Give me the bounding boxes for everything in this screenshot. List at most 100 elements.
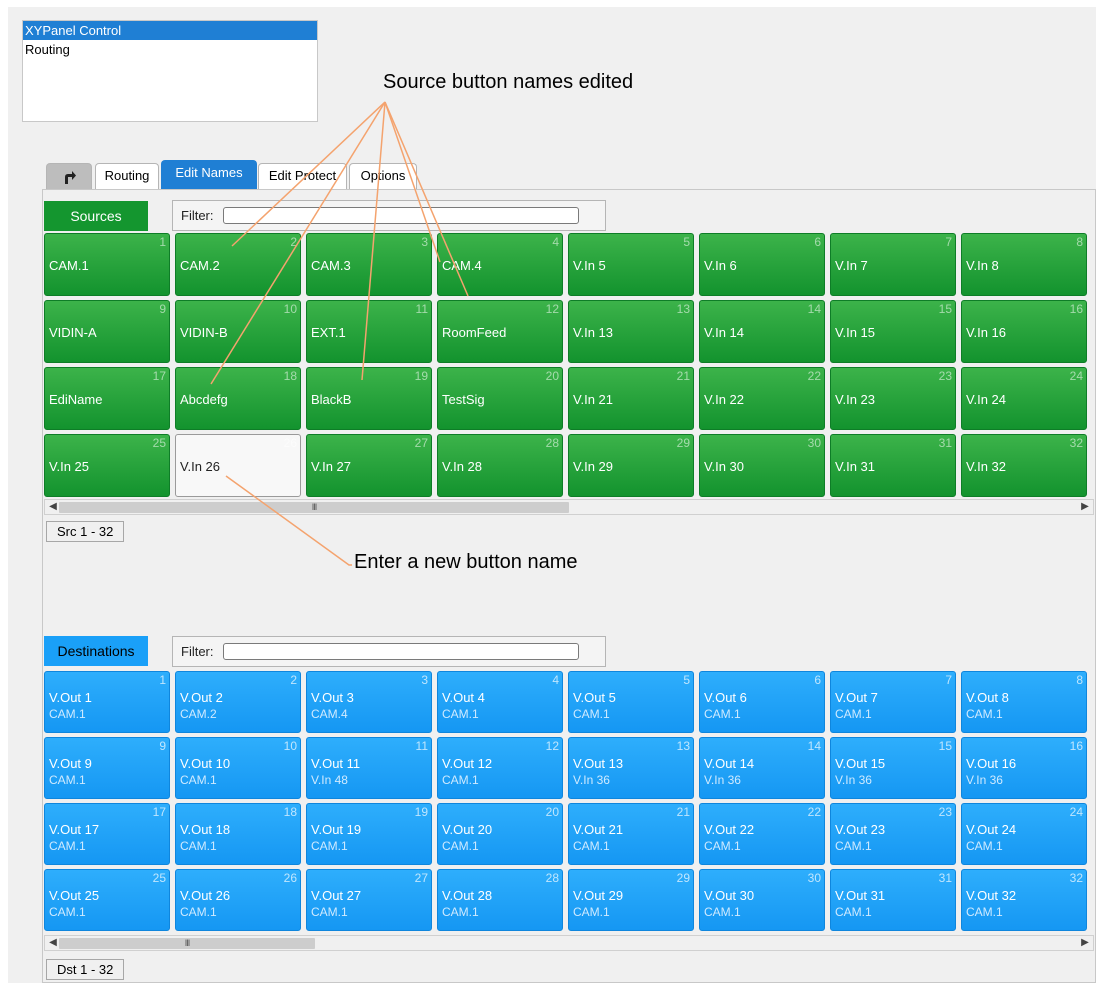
source-button[interactable]: 18 Abcdefg (175, 367, 301, 430)
destination-button[interactable]: 8 V.Out 8 CAM.1 (961, 671, 1087, 733)
button-name: V.Out 21 (573, 822, 624, 837)
source-button[interactable]: 20 TestSig (437, 367, 563, 430)
tab-routing[interactable]: Routing (95, 163, 159, 189)
source-button[interactable]: 28 V.In 28 (437, 434, 563, 497)
source-button[interactable]: 25 V.In 25 (44, 434, 170, 497)
destination-button[interactable]: 24 V.Out 24 CAM.1 (961, 803, 1087, 865)
source-button[interactable]: 14 V.In 14 (699, 300, 825, 363)
sources-label[interactable]: Sources (44, 201, 148, 231)
destination-button[interactable]: 29 V.Out 29 CAM.1 (568, 869, 694, 931)
destination-button[interactable]: 16 V.Out 16 V.In 36 (961, 737, 1087, 799)
destination-button[interactable]: 20 V.Out 20 CAM.1 (437, 803, 563, 865)
tab-edit-protect[interactable]: Edit Protect (258, 163, 347, 189)
source-button[interactable]: 13 V.In 13 (568, 300, 694, 363)
routed-source-label: CAM.1 (49, 839, 86, 853)
destination-button[interactable]: 26 V.Out 26 CAM.1 (175, 869, 301, 931)
source-button[interactable]: 27 V.In 27 (306, 434, 432, 497)
source-button[interactable]: 11 EXT.1 (306, 300, 432, 363)
destination-button[interactable]: 2 V.Out 2 CAM.2 (175, 671, 301, 733)
sources-scrollbar[interactable]: ◀ III ▶ (44, 499, 1094, 515)
destination-button[interactable]: 14 V.Out 14 V.In 36 (699, 737, 825, 799)
destinations-page-label[interactable]: Dst 1 - 32 (46, 959, 125, 980)
routed-source-label: CAM.1 (573, 905, 610, 919)
scroll-left-arrow-icon[interactable]: ◀ (47, 501, 59, 512)
destination-button[interactable]: 4 V.Out 4 CAM.1 (437, 671, 563, 733)
source-button[interactable]: 1 CAM.1 (44, 233, 170, 296)
source-button[interactable]: 7 V.In 7 (830, 233, 956, 296)
destination-button[interactable]: 31 V.Out 31 CAM.1 (830, 869, 956, 931)
tree-item-routing[interactable]: Routing (23, 40, 317, 59)
button-name[interactable]: V.In 26 (180, 459, 220, 474)
source-button[interactable]: 12 RoomFeed (437, 300, 563, 363)
source-button[interactable]: 5 V.In 5 (568, 233, 694, 296)
destination-button[interactable]: 15 V.Out 15 V.In 36 (830, 737, 956, 799)
destinations-filter-input[interactable] (223, 643, 579, 660)
source-button[interactable]: 21 V.In 21 (568, 367, 694, 430)
destination-button[interactable]: 22 V.Out 22 CAM.1 (699, 803, 825, 865)
sources-page-label[interactable]: Src 1 - 32 (46, 521, 125, 542)
destination-button[interactable]: 13 V.Out 13 V.In 36 (568, 737, 694, 799)
tab-edit-names[interactable]: Edit Names (161, 160, 257, 190)
source-button-editing[interactable]: 26 V.In 26 (175, 434, 301, 497)
destination-button[interactable]: 17 V.Out 17 CAM.1 (44, 803, 170, 865)
source-button[interactable]: 32 V.In 32 (961, 434, 1087, 497)
destination-button[interactable]: 3 V.Out 3 CAM.4 (306, 671, 432, 733)
source-button[interactable]: 31 V.In 31 (830, 434, 956, 497)
tree-item-xypanel-control[interactable]: XYPanel Control (23, 21, 317, 40)
destinations-scrollbar[interactable]: ◀ III ▶ (44, 935, 1094, 951)
button-number: 6 (814, 673, 821, 687)
source-button[interactable]: 29 V.In 29 (568, 434, 694, 497)
source-button[interactable]: 10 VIDIN-B (175, 300, 301, 363)
scroll-right-arrow-icon[interactable]: ▶ (1079, 937, 1091, 948)
tab-options[interactable]: Options (349, 163, 417, 189)
button-name: V.Out 26 (180, 888, 231, 903)
button-name: EdiName (49, 392, 103, 407)
destination-button[interactable]: 30 V.Out 30 CAM.1 (699, 869, 825, 931)
destination-button[interactable]: 9 V.Out 9 CAM.1 (44, 737, 170, 799)
source-button[interactable]: 24 V.In 24 (961, 367, 1087, 430)
destination-button[interactable]: 23 V.Out 23 CAM.1 (830, 803, 956, 865)
destination-button[interactable]: 25 V.Out 25 CAM.1 (44, 869, 170, 931)
source-button[interactable]: 6 V.In 6 (699, 233, 825, 296)
destination-button[interactable]: 19 V.Out 19 CAM.1 (306, 803, 432, 865)
destination-button[interactable]: 6 V.Out 6 CAM.1 (699, 671, 825, 733)
button-number: 3 (421, 235, 428, 249)
source-button[interactable]: 30 V.In 30 (699, 434, 825, 497)
button-name: EXT.1 (311, 325, 346, 340)
destination-button[interactable]: 11 V.Out 11 V.In 48 (306, 737, 432, 799)
source-button[interactable]: 23 V.In 23 (830, 367, 956, 430)
button-name: V.In 14 (704, 325, 745, 340)
source-button[interactable]: 9 VIDIN-A (44, 300, 170, 363)
source-button[interactable]: 17 EdiName (44, 367, 170, 430)
source-button[interactable]: 15 V.In 15 (830, 300, 956, 363)
destination-button[interactable]: 32 V.Out 32 CAM.1 (961, 869, 1087, 931)
sources-filter-input[interactable] (223, 207, 579, 224)
destination-button[interactable]: 10 V.Out 10 CAM.1 (175, 737, 301, 799)
destination-button[interactable]: 28 V.Out 28 CAM.1 (437, 869, 563, 931)
source-button[interactable]: 16 V.In 16 (961, 300, 1087, 363)
scroll-right-arrow-icon[interactable]: ▶ (1079, 501, 1091, 512)
source-button[interactable]: 4 CAM.4 (437, 233, 563, 296)
destination-button[interactable]: 1 V.Out 1 CAM.1 (44, 671, 170, 733)
button-number: 23 (938, 805, 952, 819)
destinations-scroll-thumb[interactable]: III (59, 938, 315, 949)
tab-back[interactable] (46, 163, 92, 189)
source-button[interactable]: 19 BlackB (306, 367, 432, 430)
destinations-label[interactable]: Destinations (44, 636, 148, 666)
destination-button[interactable]: 21 V.Out 21 CAM.1 (568, 803, 694, 865)
routed-source-label: CAM.1 (573, 707, 610, 721)
sources-scroll-thumb[interactable]: III (59, 502, 569, 513)
destination-button[interactable]: 18 V.Out 18 CAM.1 (175, 803, 301, 865)
scroll-left-arrow-icon[interactable]: ◀ (47, 937, 59, 948)
destination-button[interactable]: 7 V.Out 7 CAM.1 (830, 671, 956, 733)
source-button[interactable]: 3 CAM.3 (306, 233, 432, 296)
source-button[interactable]: 22 V.In 22 (699, 367, 825, 430)
button-name: V.Out 11 (311, 756, 361, 771)
destination-button[interactable]: 12 V.Out 12 CAM.1 (437, 737, 563, 799)
routed-source-label: CAM.1 (835, 839, 872, 853)
source-button[interactable]: 2 CAM.2 (175, 233, 301, 296)
destination-button[interactable]: 27 V.Out 27 CAM.1 (306, 869, 432, 931)
destination-button[interactable]: 5 V.Out 5 CAM.1 (568, 671, 694, 733)
source-button[interactable]: 8 V.In 8 (961, 233, 1087, 296)
button-name: V.Out 17 (49, 822, 100, 837)
